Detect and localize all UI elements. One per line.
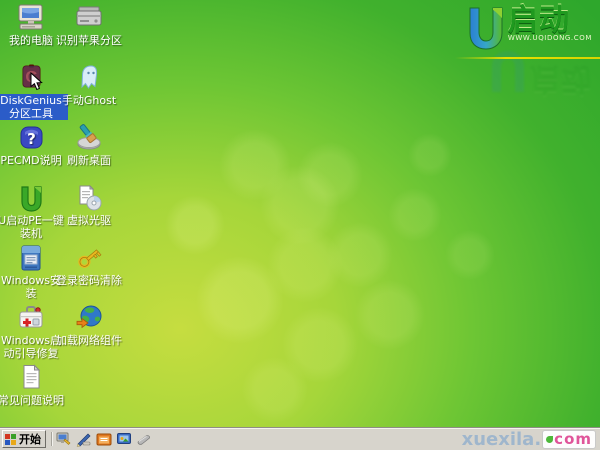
desktop-icon-virtual-cd[interactable]: 虚拟光驱 xyxy=(60,183,118,227)
desktop-icon-uqidong-pe-install[interactable]: U启动PE一键装机 xyxy=(2,183,60,240)
icon-label: 常见问题说明 xyxy=(0,394,66,407)
pen-icon[interactable] xyxy=(76,431,92,447)
start-label: 开始 xyxy=(19,431,41,447)
display-settings-icon[interactable] xyxy=(116,431,132,447)
icon-label: 虚拟光驱 xyxy=(65,214,113,227)
apple-partition-icon xyxy=(74,3,104,33)
mouse-cursor xyxy=(30,72,43,95)
logo-u-icon xyxy=(462,4,508,50)
icon-label: 识别苹果分区 xyxy=(54,34,124,47)
icon-label: 登录密码清除 xyxy=(54,274,124,287)
desktop-icon-windows-install[interactable]: Windows安装 xyxy=(2,243,60,300)
icon-label: 加载网络组件 xyxy=(54,334,124,347)
svg-text:?: ? xyxy=(27,130,36,148)
taskbar: 开始 xuexila. com xyxy=(0,427,600,450)
boot-repair-icon xyxy=(16,303,46,333)
refresh-desktop-icon xyxy=(74,123,104,153)
desktop-icon-refresh-desktop[interactable]: 刷新桌面 xyxy=(60,123,118,167)
network-globe-icon xyxy=(74,303,104,333)
watermark-prefix: xuexila. xyxy=(462,429,542,450)
desktop-icon-password-clear[interactable]: 登录密码清除 xyxy=(60,243,118,287)
desktop-icon-apple-partition[interactable]: 识别苹果分区 xyxy=(60,3,118,47)
desktop-icon-boot-repair[interactable]: Windows启动引导修复 xyxy=(2,303,60,360)
desktop-icon-pecmd-help[interactable]: ? PECMD说明 xyxy=(2,123,60,167)
watermark: xuexila. com xyxy=(462,429,596,450)
windows-install-icon xyxy=(16,243,46,273)
desktop-icon-faq[interactable]: 常见问题说明 xyxy=(2,363,60,407)
watermark-badge: com xyxy=(542,430,596,449)
desktop-icon-my-computer[interactable]: 我的电脑 xyxy=(2,3,60,47)
icon-label: PECMD说明 xyxy=(0,154,64,167)
disk-icon[interactable] xyxy=(136,431,152,447)
watermark-suffix: com xyxy=(554,430,592,448)
ghost-icon xyxy=(74,63,104,93)
accent-line xyxy=(455,57,600,59)
logo-brand-text: 启动 xyxy=(508,4,592,38)
icon-label: U启动PE一键装机 xyxy=(0,214,68,240)
desktop-icon-load-network[interactable]: 加载网络组件 xyxy=(60,303,118,347)
show-desktop-icon[interactable] xyxy=(56,431,72,447)
desktop-icon-manual-ghost[interactable]: 手动Ghost xyxy=(60,63,118,107)
faq-document-icon xyxy=(16,363,46,393)
password-key-icon xyxy=(74,243,104,273)
uqidong-pe-icon xyxy=(16,183,46,213)
leaf-icon xyxy=(546,436,553,443)
file-manager-icon[interactable] xyxy=(96,431,112,447)
icon-label: 手动Ghost xyxy=(60,94,118,107)
logo-url-text: WWW.UQIDONG.COM xyxy=(508,34,592,42)
virtual-cd-icon xyxy=(74,183,104,213)
quick-launch xyxy=(56,431,152,447)
help-icon: ? xyxy=(16,123,46,153)
icon-label: DiskGenius分区工具 xyxy=(0,94,68,120)
my-computer-icon xyxy=(16,3,46,33)
icon-label: 我的电脑 xyxy=(7,34,55,47)
uqidong-logo: 启动 WWW.UQIDONG.COM 启动 xyxy=(442,4,592,74)
icon-label: 刷新桌面 xyxy=(65,154,113,167)
start-button[interactable]: 开始 xyxy=(2,430,46,448)
start-icon xyxy=(5,434,16,445)
taskbar-divider xyxy=(51,432,52,446)
desktop: 启动 WWW.UQIDONG.COM 启动 我的电脑 xyxy=(0,0,600,450)
